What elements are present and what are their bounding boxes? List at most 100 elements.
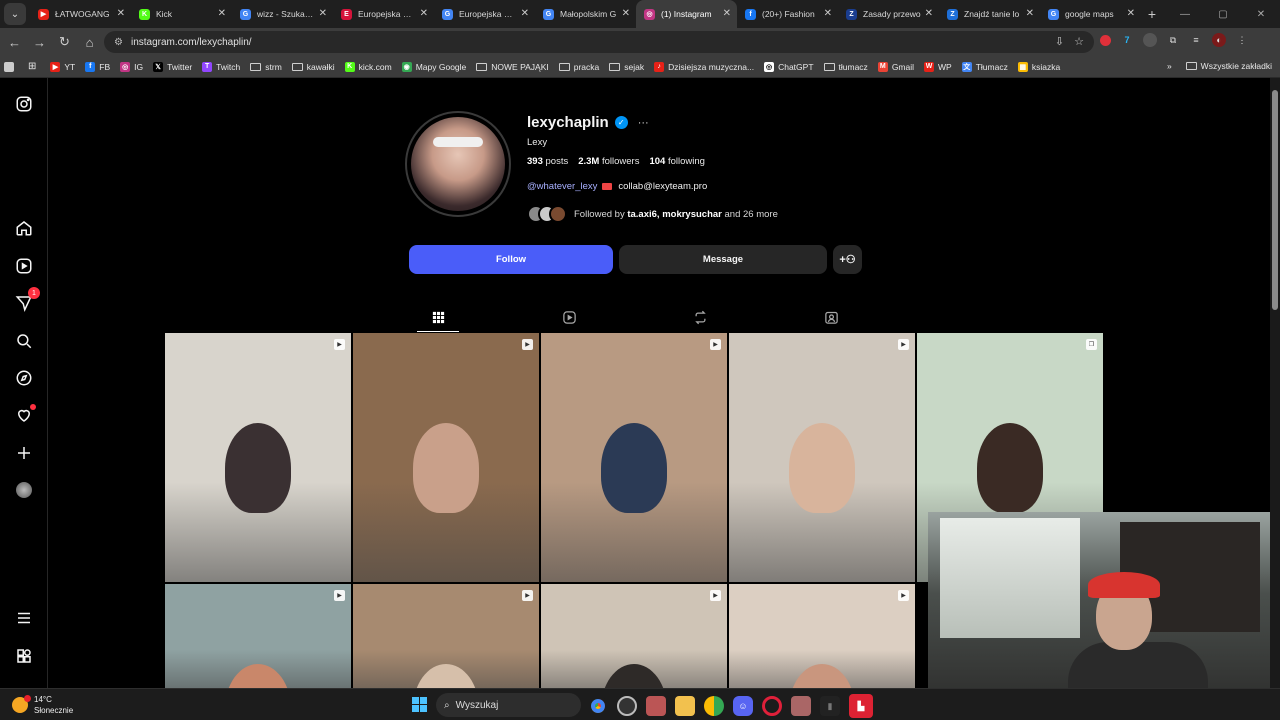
bookmark-item[interactable]: kawałki [291,62,335,72]
browser-tab[interactable]: Ggoogle maps ✕ [1040,0,1141,28]
bookmark-item[interactable]: NOWE PAJĄKI [476,62,549,72]
menu-kebab-icon[interactable]: ⋮ [1235,33,1249,47]
close-tab-icon[interactable]: ✕ [218,8,226,19]
bookmark-item[interactable]: ◎ ChatGPT [764,61,814,72]
site-info-icon[interactable]: ⚙ [114,37,123,48]
discord-icon[interactable]: ☺ [733,696,753,716]
bookmark-item[interactable]: 𝕏 Twitter [153,61,192,72]
following-stat[interactable]: 104 following [649,156,704,167]
all-bookmarks-button[interactable]: Wszystkie zakładki [1185,61,1272,71]
chrome-icon[interactable] [588,696,608,716]
bookmark-item[interactable]: 文 Tłumacz [961,61,1008,72]
threads-link[interactable]: @whatever_lexy [527,181,597,192]
bookmark-item[interactable]: ◎ IG [120,61,143,72]
message-button[interactable]: Message [619,245,827,274]
home-button[interactable]: ⌂ [77,35,102,50]
new-tab-button[interactable]: + [1141,6,1163,22]
browser-tab[interactable]: K Kick ✕ [131,0,232,28]
bookmark-item[interactable]: ▦ ksiazka [1017,61,1060,72]
app-icon[interactable]: ▮ [820,696,840,716]
tab-posts-grid[interactable] [430,309,446,325]
post-thumbnail[interactable]: ▶ [353,584,539,688]
tab-tagged[interactable] [823,309,839,325]
browser-tab[interactable]: Z Znajdź tanie lo ✕ [939,0,1040,28]
browser-tab[interactable]: ◎ (1) Instagram ✕ [636,0,737,28]
profile-avatar-icon[interactable]: ◐ [1212,33,1226,47]
post-thumbnail[interactable]: ▶ [541,584,727,688]
search-icon[interactable] [14,331,34,351]
close-tab-icon[interactable]: ✕ [622,8,630,19]
browser-tab[interactable]: Gwizz - Szukaj w ✕ [232,0,333,28]
post-thumbnail[interactable]: ▶ [729,584,915,688]
opera-icon[interactable] [762,696,782,716]
bookmark-item[interactable]: ♪ Dzisiejsza muzyczna... [654,61,754,72]
forward-button[interactable]: → [27,35,52,50]
bookmark-item[interactable]: strm [250,62,282,72]
browser-tab[interactable]: f (20+) Fashion ✕ [737,0,838,28]
weather-widget[interactable]: 14°C Słonecznie [12,694,73,716]
bookmark-item[interactable]: ◉ Mapy Google [401,61,466,72]
bookmark-item[interactable]: tłumacz [823,62,868,72]
browser-tab[interactable]: E Europejska Kar ✕ [333,0,434,28]
followers-stat[interactable]: 2.3M followers [578,156,639,167]
followed-by[interactable]: Followed by ta.axi6, mokrysuchar and 26 … [527,205,778,223]
close-tab-icon[interactable]: ✕ [925,8,933,19]
messages-icon[interactable]: 1 [14,287,40,313]
browser-tab[interactable]: Z Zasady przewo ✕ [838,0,939,28]
post-thumbnail[interactable]: ▶ [165,333,351,582]
file-explorer-icon[interactable] [675,696,695,716]
apps-button[interactable] [4,61,18,72]
taskbar-search[interactable]: ⌕ Wyszukaj [436,693,581,717]
close-tab-icon[interactable]: ✕ [1127,8,1135,19]
browser-tab[interactable]: ▶ ŁATWOGANG ✕ [30,0,131,28]
close-tab-icon[interactable]: ✕ [319,8,327,19]
chrome-profile-icon[interactable] [704,696,724,716]
suggested-users-button[interactable]: +⚇ [833,245,862,274]
bookmark-item[interactable]: ▶ YT [50,61,75,72]
more-menu-icon[interactable] [14,608,34,628]
close-tab-icon[interactable]: ✕ [1026,8,1034,19]
profile-picture[interactable] [405,111,511,217]
browser-tab[interactable]: G Małopolskim G ✕ [535,0,636,28]
bookmark-item[interactable]: Kkick.com [344,61,392,72]
reels-icon[interactable] [14,256,34,276]
bookmark-item[interactable]: pracka [558,62,599,72]
bookmark-item[interactable]: f FB [85,61,110,72]
bookmark-item[interactable]: W WP [924,61,952,72]
back-button[interactable]: ← [2,35,27,50]
apps-grid-icon[interactable]: ⊞ [28,61,36,72]
explore-compass-icon[interactable] [14,368,34,388]
tab-search-button[interactable]: ⌄ [4,3,26,25]
windows-start-icon[interactable] [412,697,427,712]
close-tab-icon[interactable]: ✕ [420,8,428,19]
close-window-button[interactable]: ✕ [1242,9,1280,20]
close-tab-icon[interactable]: ✕ [521,8,529,19]
obs-icon[interactable] [617,696,637,716]
post-thumbnail[interactable]: ▶ [165,584,351,688]
post-thumbnail[interactable]: ▶ [541,333,727,582]
address-bar[interactable]: ⚙ instagram.com/lexychaplin/ ⇩ ☆ [104,31,1094,53]
photos-app-icon[interactable] [646,696,666,716]
reload-button[interactable]: ↻ [52,34,77,50]
page-scrollbar[interactable] [1270,78,1280,688]
bookmark-item[interactable]: T Twitch [202,61,240,72]
also-from-meta-icon[interactable] [14,646,34,666]
instagram-logo-icon[interactable] [14,94,34,114]
options-ellipsis-icon[interactable]: ··· [638,117,649,129]
maximize-button[interactable]: ▢ [1204,9,1242,20]
install-app-icon[interactable]: ⇩ [1055,35,1064,48]
browser-tab[interactable]: G Europejska Kar ✕ [434,0,535,28]
create-plus-icon[interactable] [14,443,34,463]
extension-icon[interactable] [1143,33,1157,47]
bookmark-item[interactable]: M Gmail [877,61,914,72]
puzzle-extensions-icon[interactable]: ⧉ [1166,33,1180,47]
close-tab-icon[interactable]: ✕ [117,8,125,19]
notifications-heart-icon[interactable] [14,404,36,425]
bookmark-star-icon[interactable]: ☆ [1074,35,1084,48]
close-tab-icon[interactable]: ✕ [824,8,832,19]
seventv-extension-icon[interactable]: 7 [1120,33,1134,47]
bookmarks-overflow-icon[interactable]: » [1167,61,1172,71]
post-thumbnail[interactable]: ▶ [729,333,915,582]
profile-avatar-nav-icon[interactable] [14,480,34,500]
minimize-button[interactable]: — [1166,9,1204,20]
